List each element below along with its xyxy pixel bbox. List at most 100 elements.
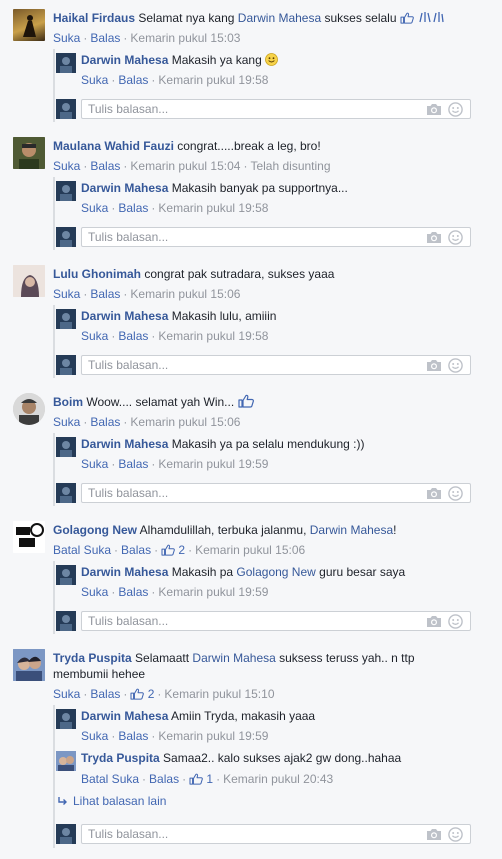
reply-link[interactable]: Balas	[90, 287, 120, 301]
comment-body: Maulana Wahid Fauzi congrat.....break a …	[53, 138, 494, 154]
author-name[interactable]: Darwin Mahesa	[81, 709, 168, 723]
author-name[interactable]: Darwin Mahesa	[81, 309, 168, 323]
reply-link[interactable]: Balas	[118, 201, 148, 215]
author-name[interactable]: Golagong New	[53, 523, 137, 537]
reply-input[interactable]	[88, 102, 388, 116]
timestamp[interactable]: Kemarin pukul 15:04	[130, 159, 240, 173]
mention-link[interactable]: Darwin Mahesa	[238, 11, 321, 25]
mention-link[interactable]: Darwin Mahesa	[192, 651, 275, 665]
timestamp[interactable]: Kemarin pukul 19:58	[158, 329, 268, 343]
avatar-maulana[interactable]	[13, 137, 45, 169]
avatar-tryda-small[interactable]	[56, 751, 76, 771]
author-name[interactable]: Boim	[53, 395, 83, 409]
emoji-icon[interactable]	[448, 358, 463, 373]
avatar-haikal[interactable]	[13, 9, 45, 41]
author-name[interactable]: Darwin Mahesa	[81, 565, 168, 579]
avatar-darwin[interactable]	[56, 309, 76, 329]
like-count[interactable]: 2	[161, 543, 185, 557]
comment-actions: Suka · Balas · Kemarin pukul 15:03	[53, 31, 241, 45]
like-count[interactable]: 1	[189, 772, 213, 786]
reply-link[interactable]: Balas	[121, 543, 151, 557]
mention-link[interactable]: Darwin Mahesa	[310, 523, 393, 537]
emoji-icon[interactable]	[448, 614, 463, 629]
reply-input[interactable]	[88, 827, 388, 841]
author-name[interactable]: Darwin Mahesa	[81, 53, 168, 67]
mention-link[interactable]: Golagong New	[236, 565, 315, 579]
timestamp[interactable]: Kemarin pukul 15:03	[130, 31, 240, 45]
reply-input[interactable]	[88, 230, 388, 244]
reply-link[interactable]: Balas	[118, 329, 148, 343]
camera-icon[interactable]	[426, 487, 442, 500]
reply-actions: Suka · Balas · Kemarin pukul 19:59	[81, 457, 269, 471]
like-link[interactable]: Suka	[81, 729, 108, 743]
thumbs-up-icon	[189, 773, 203, 785]
avatar-boim[interactable]	[13, 393, 45, 425]
emoji-icon[interactable]	[448, 827, 463, 842]
author-name[interactable]: Tryda Puspita	[53, 651, 132, 665]
reply-link[interactable]: Balas	[149, 772, 179, 786]
like-link[interactable]: Suka	[81, 201, 108, 215]
timestamp[interactable]: Kemarin pukul 20:43	[223, 772, 333, 786]
author-name[interactable]: Maulana Wahid Fauzi	[53, 139, 174, 153]
reply-actions: Suka · Balas · Kemarin pukul 19:58	[81, 73, 269, 87]
reply-link[interactable]: Balas	[118, 457, 148, 471]
author-name[interactable]: Haikal Firdaus	[53, 11, 135, 25]
author-name[interactable]: Lulu Ghonimah	[53, 267, 141, 281]
edited-label[interactable]: Telah disunting	[250, 159, 330, 173]
timestamp[interactable]: Kemarin pukul 19:59	[158, 729, 268, 743]
reply-link[interactable]: Balas	[118, 729, 148, 743]
like-count[interactable]: 2	[130, 687, 154, 701]
avatar-darwin[interactable]	[56, 437, 76, 457]
camera-icon[interactable]	[426, 103, 442, 116]
timestamp[interactable]: Kemarin pukul 15:06	[195, 543, 305, 557]
like-link[interactable]: Suka	[81, 329, 108, 343]
like-link[interactable]: Suka	[53, 287, 80, 301]
reply-input[interactable]	[88, 614, 388, 628]
timestamp[interactable]: Kemarin pukul 19:59	[158, 457, 268, 471]
camera-icon[interactable]	[426, 231, 442, 244]
reply-actions: Suka · Balas · Kemarin pukul 19:58	[81, 329, 269, 343]
reply-input[interactable]	[88, 358, 388, 372]
author-name[interactable]: Darwin Mahesa	[81, 437, 168, 451]
reply-link[interactable]: Balas	[90, 159, 120, 173]
avatar-darwin[interactable]	[56, 181, 76, 201]
timestamp[interactable]: Kemarin pukul 19:58	[158, 201, 268, 215]
author-name[interactable]: Darwin Mahesa	[81, 181, 168, 195]
like-link[interactable]: Suka	[53, 31, 80, 45]
timestamp[interactable]: Kemarin pukul 15:10	[164, 687, 274, 701]
reply-composer	[81, 99, 471, 119]
reply-link[interactable]: Balas	[90, 31, 120, 45]
camera-icon[interactable]	[426, 615, 442, 628]
reply-link[interactable]: Balas	[90, 687, 120, 701]
camera-icon[interactable]	[426, 828, 442, 841]
avatar-lulu[interactable]	[13, 265, 45, 297]
like-link[interactable]: Suka	[81, 585, 108, 599]
avatar-darwin[interactable]	[56, 53, 76, 73]
avatar-darwin[interactable]	[56, 565, 76, 585]
unlike-link[interactable]: Batal Suka	[81, 772, 139, 786]
emoji-icon[interactable]	[448, 230, 463, 245]
like-link[interactable]: Suka	[53, 159, 80, 173]
avatar-tryda[interactable]	[13, 649, 45, 681]
avatar-darwin[interactable]	[56, 709, 76, 729]
like-link[interactable]: Suka	[53, 687, 80, 701]
timestamp[interactable]: Kemarin pukul 15:06	[130, 287, 240, 301]
timestamp[interactable]: Kemarin pukul 15:06	[130, 415, 240, 429]
view-more-replies[interactable]: Lihat balasan lain	[57, 793, 166, 809]
author-name[interactable]: Tryda Puspita	[81, 751, 160, 765]
reply-link[interactable]: Balas	[90, 415, 120, 429]
like-link[interactable]: Suka	[81, 457, 108, 471]
emoji-icon[interactable]	[448, 102, 463, 117]
timestamp[interactable]: Kemarin pukul 19:58	[158, 73, 268, 87]
like-link[interactable]: Suka	[53, 415, 80, 429]
avatar-golagong[interactable]	[13, 521, 45, 553]
reply-link[interactable]: Balas	[118, 585, 148, 599]
unlike-link[interactable]: Batal Suka	[53, 543, 111, 557]
comment-body: Haikal Firdaus Selamat nya kang Darwin M…	[53, 10, 494, 26]
emoji-icon[interactable]	[448, 486, 463, 501]
reply-input[interactable]	[88, 486, 388, 500]
like-link[interactable]: Suka	[81, 73, 108, 87]
timestamp[interactable]: Kemarin pukul 19:59	[158, 585, 268, 599]
camera-icon[interactable]	[426, 359, 442, 372]
reply-link[interactable]: Balas	[118, 73, 148, 87]
